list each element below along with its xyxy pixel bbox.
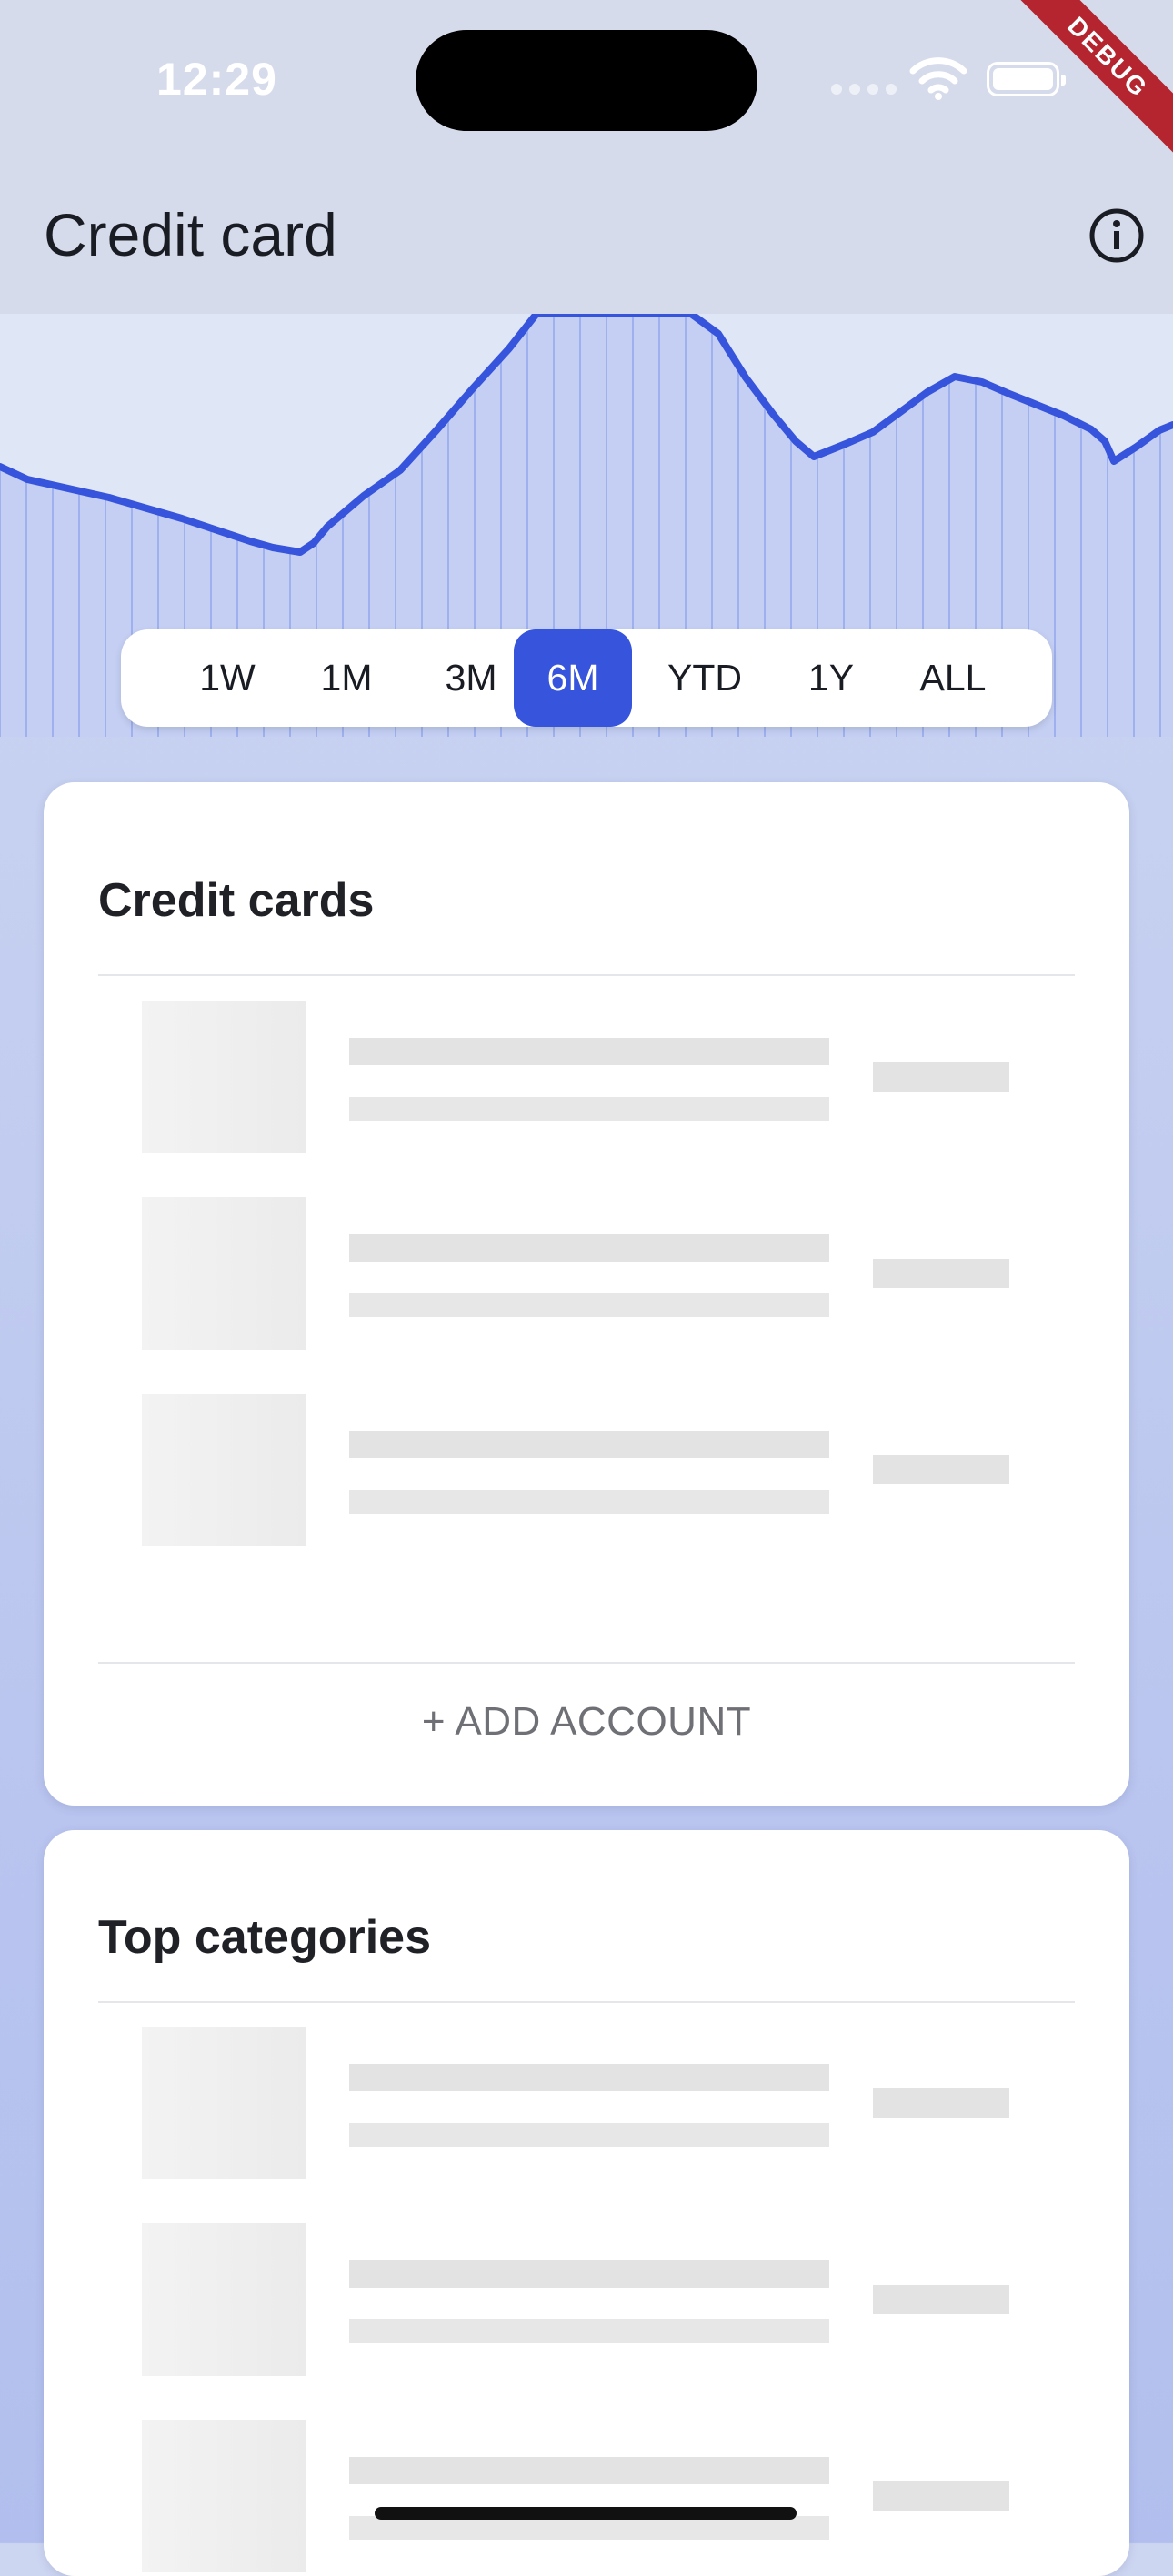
credit-cards-title: Credit cards <box>98 874 375 927</box>
status-time: 12:29 <box>156 54 277 105</box>
skeleton-line <box>349 1234 829 1262</box>
range-option-1y[interactable]: 1Y <box>781 629 881 727</box>
app-bar: Credit card <box>0 173 1173 314</box>
skeleton-thumbnail <box>142 1394 306 1546</box>
skeleton-line <box>349 2319 829 2343</box>
range-option-1m[interactable]: 1M <box>296 629 396 727</box>
skeleton-row <box>142 2223 1015 2378</box>
skeleton-row <box>142 1394 1015 1548</box>
skeleton-row <box>142 2027 1015 2181</box>
skeleton-line <box>349 1431 829 1458</box>
wifi-icon <box>909 57 967 100</box>
range-option-6m[interactable]: 6M <box>514 629 632 727</box>
home-indicator[interactable] <box>375 2507 797 2520</box>
battery-icon <box>987 62 1066 96</box>
skeleton-thumbnail <box>142 2223 306 2376</box>
skeleton-row <box>142 1197 1015 1352</box>
skeleton-line <box>349 2260 829 2288</box>
skeleton-amount <box>873 1455 1009 1484</box>
divider <box>98 974 1075 976</box>
skeleton-thumbnail <box>142 2027 306 2179</box>
divider <box>98 1662 1075 1664</box>
skeleton-line <box>349 1490 829 1514</box>
skeleton-thumbnail <box>142 1197 306 1350</box>
skeleton-line <box>349 1038 829 1065</box>
range-option-1w[interactable]: 1W <box>177 629 277 727</box>
range-option-all[interactable]: ALL <box>903 629 1003 727</box>
skeleton-amount <box>873 2088 1009 2118</box>
divider <box>98 2001 1075 2003</box>
skeleton-line <box>349 2123 829 2147</box>
skeleton-thumbnail <box>142 1001 306 1153</box>
skeleton-row <box>142 1001 1015 1155</box>
skeleton-thumbnail <box>142 2420 306 2572</box>
skeleton-line <box>349 1293 829 1317</box>
skeleton-amount <box>873 1062 1009 1092</box>
status-bar: 12:29 <box>0 0 1173 173</box>
page-title: Credit card <box>44 201 337 268</box>
skeleton-amount <box>873 1259 1009 1288</box>
top-categories-title: Top categories <box>98 1911 432 1964</box>
credit-cards-card: Credit cards + ADD ACCOUNT <box>44 782 1129 1806</box>
skeleton-line <box>349 1097 829 1121</box>
top-categories-card: Top categories <box>44 1830 1129 2576</box>
skeleton-line <box>349 2064 829 2091</box>
skeleton-amount <box>873 2481 1009 2511</box>
range-option-3m[interactable]: 3M <box>421 629 521 727</box>
skeleton-amount <box>873 2285 1009 2314</box>
skeleton-row <box>142 2420 1015 2574</box>
cellular-signal-icon <box>831 84 897 95</box>
skeleton-line <box>349 2457 829 2484</box>
add-account-button[interactable]: + ADD ACCOUNT <box>44 1699 1129 1745</box>
time-range-selector: 1W 1M 3M 6M YTD 1Y ALL <box>121 629 1052 727</box>
dynamic-island <box>416 30 757 131</box>
info-icon[interactable] <box>1088 206 1146 265</box>
range-option-ytd[interactable]: YTD <box>646 629 764 727</box>
